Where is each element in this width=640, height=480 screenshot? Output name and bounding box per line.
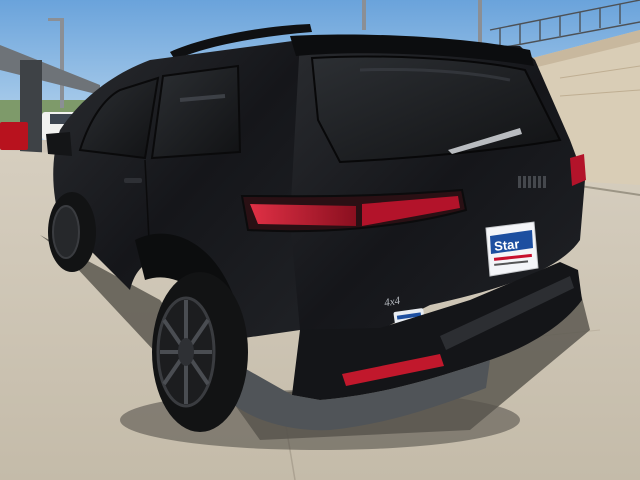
background-truck-red [0, 122, 28, 150]
door-handle [124, 178, 142, 183]
photo-scene: Star 4x4 [0, 0, 640, 480]
rear-wheel [152, 272, 248, 432]
light-pole [60, 18, 64, 108]
vehicle-photo: Star 4x4 [0, 0, 640, 480]
light-pole-2 [362, 0, 366, 30]
rear-windshield [310, 55, 562, 164]
front-wheel [48, 192, 96, 272]
quarter-window [150, 64, 242, 160]
side-mirror [46, 132, 72, 156]
dealer-plate: Star [485, 221, 539, 277]
plate-brand: Star [493, 236, 520, 254]
